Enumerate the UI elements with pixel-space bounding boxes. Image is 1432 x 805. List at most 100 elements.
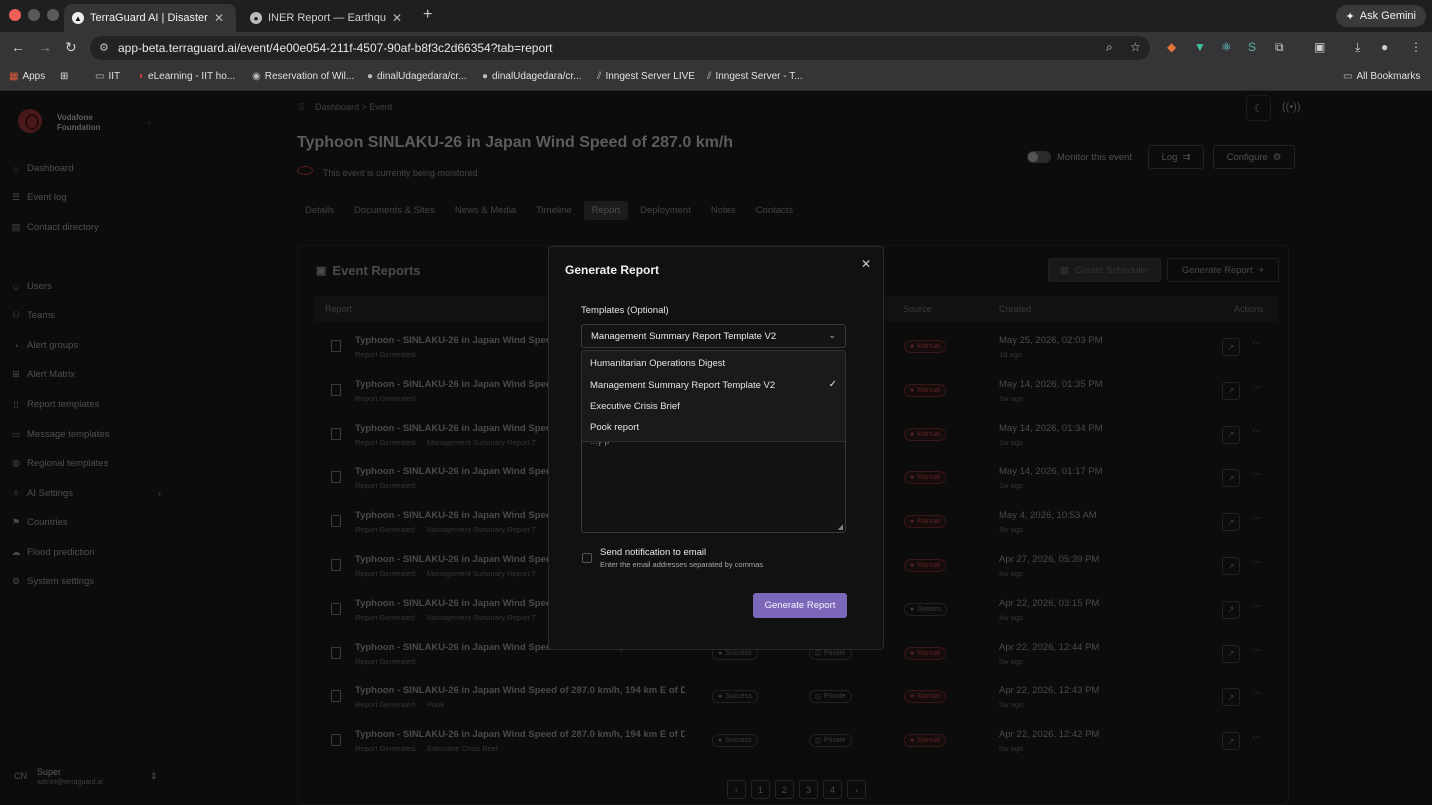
- fullscreen-window-icon[interactable]: [47, 9, 59, 21]
- collapse-sidebar-icon[interactable]: ‹: [148, 118, 151, 127]
- zoom-icon[interactable]: ⌕: [1106, 40, 1113, 55]
- bookmark-iit[interactable]: ▭ IIT: [95, 71, 120, 82]
- sidebar-toggle-icon[interactable]: ▯: [299, 101, 304, 112]
- template-option-executive-crisis[interactable]: Executive Crisis Brief: [582, 396, 845, 417]
- open-report-icon[interactable]: ↗: [1222, 688, 1240, 707]
- bookmark-inngest-test[interactable]: ⫽ Inngest Server - T...: [707, 71, 803, 82]
- tab-documents-sites[interactable]: Documents & Sites: [346, 201, 443, 220]
- page-3-button[interactable]: 3: [799, 780, 818, 799]
- extension-s-icon[interactable]: S: [1248, 40, 1256, 54]
- close-window-icon[interactable]: [9, 9, 21, 21]
- dialog-generate-report-button[interactable]: Generate Report: [753, 593, 847, 618]
- more-options-icon[interactable]: ⋯: [1252, 688, 1262, 699]
- create-scheduler-button[interactable]: ▦ Create Scheduler: [1048, 258, 1161, 282]
- download-icon[interactable]: ⤓: [1355, 40, 1360, 55]
- configure-button[interactable]: Configure ⚙: [1213, 145, 1295, 169]
- tab-groups-icon[interactable]: ⊞: [60, 71, 68, 82]
- page-4-button[interactable]: 4: [823, 780, 842, 799]
- tab-details[interactable]: Details: [297, 201, 342, 220]
- tab-report[interactable]: Report: [583, 201, 629, 220]
- minimize-window-icon[interactable]: [28, 9, 40, 21]
- table-row[interactable]: Typhoon - SINLAKU-26 in Japan Wind Speed…: [314, 720, 1278, 764]
- close-icon[interactable]: ✕: [861, 257, 871, 271]
- more-options-icon[interactable]: ⋯: [1252, 732, 1262, 743]
- sidebar-item-alert-matrix[interactable]: ⊞ Alert Matrix: [11, 369, 75, 380]
- back-icon[interactable]: ←: [11, 39, 25, 55]
- tab-deployment[interactable]: Deployment: [632, 201, 699, 220]
- template-option-humanitarian[interactable]: Humanitarian Operations Digest: [582, 353, 845, 374]
- sidebar-item-countries[interactable]: ⚑ Countries: [11, 517, 68, 528]
- open-report-icon[interactable]: ↗: [1222, 338, 1240, 356]
- more-options-icon[interactable]: ⋯: [1252, 557, 1262, 568]
- open-report-icon[interactable]: ↗: [1222, 469, 1240, 488]
- extensions-puzzle-icon[interactable]: ⧉: [1275, 40, 1284, 55]
- browser-menu-icon[interactable]: ⋮: [1410, 40, 1422, 54]
- page-1-button[interactable]: 1: [751, 780, 770, 799]
- forward-icon[interactable]: →: [38, 39, 52, 55]
- more-options-icon[interactable]: ⋯: [1252, 338, 1262, 349]
- bookmark-star-icon[interactable]: ☆: [1130, 40, 1141, 54]
- close-tab-icon[interactable]: ✕: [214, 11, 224, 25]
- template-option-pook[interactable]: Pook report: [582, 417, 845, 438]
- more-options-icon[interactable]: ⋯: [1252, 469, 1262, 480]
- page-2-button[interactable]: 2: [775, 780, 794, 799]
- site-settings-icon[interactable]: ⚙: [99, 41, 109, 54]
- generate-report-button[interactable]: Generate Report +: [1167, 258, 1279, 282]
- resize-handle-icon[interactable]: ◢: [838, 523, 843, 531]
- table-row[interactable]: Typhoon - SINLAKU-26 in Japan Wind Speed…: [314, 676, 1278, 720]
- user-menu[interactable]: CN Super admin@terraguard.ai ⇕: [14, 767, 158, 786]
- report-title[interactable]: Typhoon - SINLAKU-26 in Japan Wind Speed…: [355, 729, 685, 740]
- new-tab-icon[interactable]: +: [423, 6, 432, 24]
- open-report-icon[interactable]: ↗: [1222, 557, 1240, 575]
- sidebar-item-teams[interactable]: ⚇ Teams: [11, 310, 55, 321]
- bookmark-reservation[interactable]: ◉ Reservation of Wil...: [252, 71, 354, 82]
- sidebar-item-users[interactable]: ☺ Users: [11, 281, 51, 292]
- extension-diamond-icon[interactable]: ▼: [1194, 40, 1206, 54]
- tab-timeline[interactable]: Timeline: [528, 201, 580, 220]
- tab-search-icon[interactable]: ▣: [1314, 40, 1325, 54]
- report-title[interactable]: Typhoon - SINLAKU-26 in Japan Wind Speed…: [355, 685, 685, 696]
- all-bookmarks[interactable]: ▭ All Bookmarks: [1343, 71, 1420, 82]
- broadcast-icon[interactable]: ((•)): [1282, 101, 1301, 113]
- bookmark-elearning[interactable]: ◗ eLearning - IIT ho...: [138, 71, 235, 82]
- open-report-icon[interactable]: ↗: [1222, 644, 1240, 663]
- sidebar-item-alert-groups[interactable]: ◔ Alert groups: [11, 340, 78, 351]
- sidebar-item-report-templates[interactable]: ▯ Report templates: [11, 399, 100, 410]
- tab-notes[interactable]: Notes: [703, 201, 744, 220]
- browser-tab-iner-report[interactable]: ● INER Report — Earthquake in ✕: [242, 4, 414, 32]
- bookmark-inngest-live[interactable]: ⫽ Inngest Server LIVE: [597, 71, 695, 82]
- extension-react-icon[interactable]: ⚛: [1221, 40, 1232, 54]
- tab-news-media[interactable]: News & Media: [447, 201, 524, 220]
- profile-avatar-icon[interactable]: ●: [1381, 40, 1388, 54]
- template-option-management-summary[interactable]: Management Summary Report Template V2 ✓: [582, 375, 845, 396]
- next-page-button[interactable]: ›: [847, 780, 866, 799]
- sidebar-item-message-templates[interactable]: ▭ Message templates: [11, 429, 110, 440]
- bookmark-github-1[interactable]: ● dinalUdagedara/cr...: [367, 71, 467, 82]
- address-bar[interactable]: ⚙ app-beta.terraguard.ai/event/4e00e054-…: [90, 36, 1150, 60]
- notify-email-checkbox[interactable]: [582, 553, 592, 563]
- bookmark-github-2[interactable]: ● dinalUdagedara/cr...: [482, 71, 582, 82]
- open-report-icon[interactable]: ↗: [1222, 381, 1240, 400]
- sidebar-item-flood-prediction[interactable]: ☁ Flood prediction: [11, 547, 95, 558]
- theme-toggle-button[interactable]: ☾: [1246, 95, 1271, 121]
- more-options-icon[interactable]: ⋯: [1252, 426, 1262, 437]
- prev-page-button[interactable]: ‹: [727, 780, 746, 799]
- browser-tab-terraguard[interactable]: ▲ TerraGuard AI | Disaster Risk I ✕: [64, 4, 236, 32]
- sidebar-item-event-log[interactable]: ☰ Event log: [11, 192, 67, 203]
- open-report-icon[interactable]: ↗: [1222, 425, 1240, 444]
- sidebar-item-ai-settings[interactable]: ✧ AI Settings ›: [11, 488, 161, 499]
- bookmark-apps[interactable]: ▦ Apps: [9, 71, 45, 82]
- more-options-icon[interactable]: ⋯: [1252, 645, 1262, 656]
- reload-icon[interactable]: ↻: [65, 39, 77, 56]
- sidebar-item-system-settings[interactable]: ⚙ System settings: [11, 576, 94, 587]
- open-report-icon[interactable]: ↗: [1222, 513, 1240, 532]
- tab-contacts[interactable]: Contacts: [748, 201, 802, 220]
- more-options-icon[interactable]: ⋯: [1252, 601, 1262, 612]
- more-options-icon[interactable]: ⋯: [1252, 513, 1262, 524]
- open-report-icon[interactable]: ↗: [1222, 732, 1240, 751]
- open-report-icon[interactable]: ↗: [1222, 600, 1240, 619]
- sidebar-item-contact-directory[interactable]: ▤ Contact directory: [11, 222, 99, 233]
- sidebar-item-dashboard[interactable]: ⌂ Dashboard: [11, 163, 73, 174]
- ask-gemini-button[interactable]: ✦ Ask Gemini: [1335, 5, 1426, 27]
- log-button[interactable]: Log ⇉: [1148, 145, 1204, 169]
